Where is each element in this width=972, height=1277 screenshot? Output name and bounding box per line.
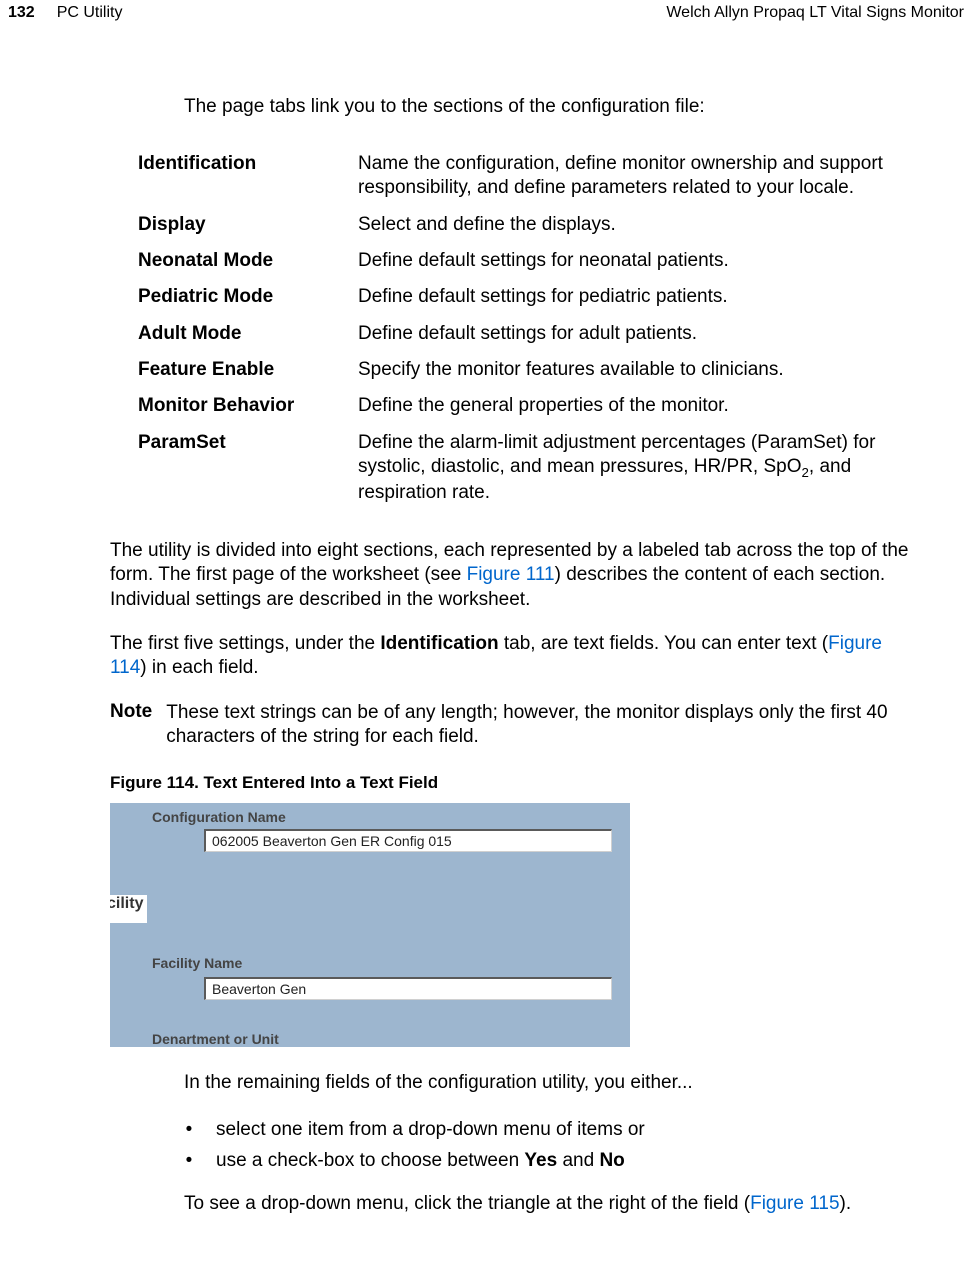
header-product: Welch Allyn Propaq LT Vital Signs Monito… (666, 4, 964, 22)
figure-screenshot: Configuration Name 062005 Beaverton Gen … (110, 803, 630, 1047)
tab-term: Display (138, 207, 358, 243)
paragraph: In the remaining fields of the configura… (184, 1071, 912, 1095)
tab-term: Monitor Behavior (138, 388, 358, 424)
tab-term: Adult Mode (138, 316, 358, 352)
tab-desc: Specify the monitor features available t… (358, 352, 946, 388)
note-text: These text strings can be of any length;… (166, 701, 912, 750)
tab-desc-pre: Define the alarm-limit adjustment percen… (358, 432, 875, 477)
table-row: Display Select and define the displays. (138, 207, 946, 243)
tab-desc: Select and define the displays. (358, 207, 946, 243)
bold-text: Identification (380, 633, 498, 654)
tab-term: ParamSet (138, 425, 358, 511)
tab-term: Neonatal Mode (138, 243, 358, 279)
intro-text: The page tabs link you to the sections o… (184, 96, 940, 118)
tab-term: Pediatric Mode (138, 279, 358, 315)
note-block: Note These text strings can be of any le… (110, 701, 912, 750)
tabs-definition-table: Identification Name the configuration, d… (138, 146, 946, 511)
tab-desc: Name the configuration, define monitor o… (358, 146, 946, 207)
tab-desc: Define the alarm-limit adjustment percen… (358, 425, 946, 511)
bullet-icon: • (184, 1115, 194, 1145)
table-row: Adult Mode Define default settings for a… (138, 316, 946, 352)
table-row: Neonatal Mode Define default settings fo… (138, 243, 946, 279)
tab-desc: Define default settings for neonatal pat… (358, 243, 946, 279)
text: The first five settings, under the (110, 633, 380, 654)
tab-term: Feature Enable (138, 352, 358, 388)
text: ) in each field. (140, 657, 258, 678)
table-row: Monitor Behavior Define the general prop… (138, 388, 946, 424)
page-header: 132 PC Utility Welch Allyn Propaq LT Vit… (0, 0, 972, 22)
side-text-fragment: cility (110, 895, 147, 923)
list-item: • use a check-box to choose between Yes … (184, 1146, 940, 1176)
tab-term: Identification (138, 146, 358, 207)
table-row: Feature Enable Specify the monitor featu… (138, 352, 946, 388)
facility-name-field[interactable]: Beaverton Gen (204, 977, 612, 1000)
facility-name-label: Facility Name (152, 955, 242, 971)
bullet-icon: • (184, 1146, 194, 1176)
text: ). (840, 1193, 852, 1214)
bullet-list: • select one item from a drop-down menu … (184, 1115, 940, 1176)
text: and (557, 1150, 599, 1171)
text: To see a drop-down menu, click the trian… (184, 1193, 750, 1214)
config-name-label: Configuration Name (152, 809, 286, 825)
table-row: Identification Name the configuration, d… (138, 146, 946, 207)
text: use a check-box to choose between (216, 1150, 524, 1171)
tab-desc: Define default settings for adult patien… (358, 316, 946, 352)
bullet-text: select one item from a drop-down menu of… (216, 1115, 645, 1145)
figure-caption: Figure 114. Text Entered Into a Text Fie… (110, 773, 940, 793)
paragraph: To see a drop-down menu, click the trian… (184, 1192, 912, 1216)
paragraph: The utility is divided into eight sectio… (110, 539, 912, 612)
bold-text: Yes (524, 1150, 557, 1171)
dept-label: Denartment or Unit (152, 1031, 279, 1047)
header-section: PC Utility (57, 4, 123, 22)
note-label: Note (110, 701, 152, 750)
bold-text: No (599, 1150, 624, 1171)
text: tab, are text fields. You can enter text… (499, 633, 829, 654)
paragraph: The first five settings, under the Ident… (110, 632, 912, 681)
tab-desc: Define the general properties of the mon… (358, 388, 946, 424)
list-item: • select one item from a drop-down menu … (184, 1115, 940, 1145)
figure-link[interactable]: Figure 111 (467, 564, 555, 585)
table-row: Pediatric Mode Define default settings f… (138, 279, 946, 315)
page-number: 132 (8, 4, 35, 22)
table-row: ParamSet Define the alarm-limit adjustme… (138, 425, 946, 511)
subscript: 2 (802, 465, 809, 480)
figure-link[interactable]: Figure 115 (750, 1193, 839, 1214)
bullet-text: use a check-box to choose between Yes an… (216, 1146, 625, 1176)
tab-desc: Define default settings for pediatric pa… (358, 279, 946, 315)
config-name-field[interactable]: 062005 Beaverton Gen ER Config 015 (204, 829, 612, 852)
